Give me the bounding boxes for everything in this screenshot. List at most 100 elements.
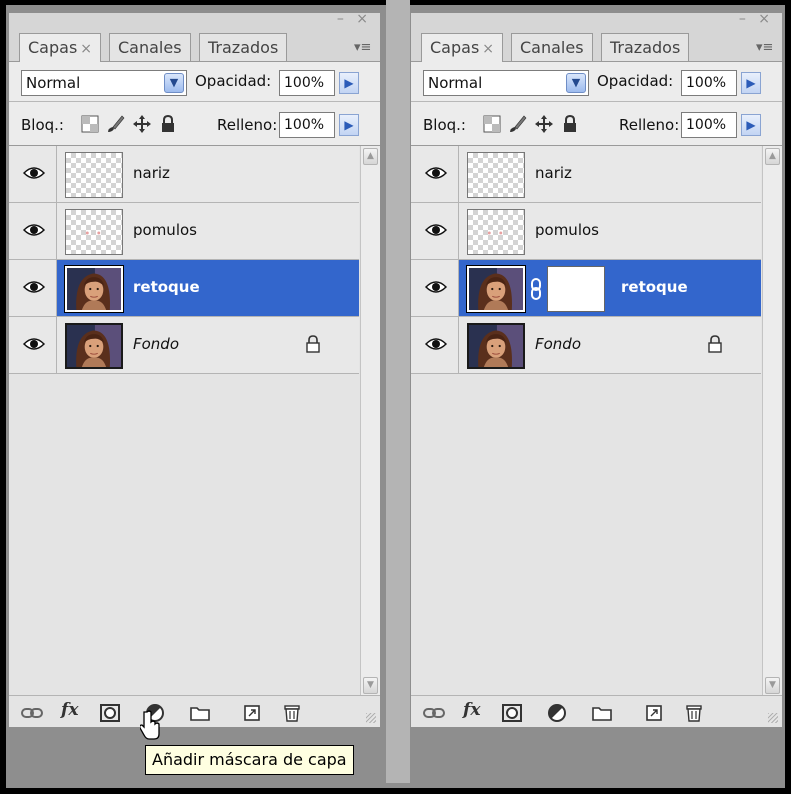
layers-list: nariz pomulos retoque Fondo ▲ ▼ [411,145,782,696]
visibility-toggle[interactable] [9,260,57,316]
layer-thumbnail[interactable] [467,152,525,198]
fill-field[interactable]: 100% [279,112,335,138]
new-layer-icon[interactable] [643,703,665,723]
layer-row-retoque[interactable]: retoque [9,260,359,317]
chevron-down-icon[interactable]: ▼ [164,73,184,93]
opacity-field[interactable]: 100% [279,70,335,96]
layer-row-pomulos[interactable]: pomulos [9,203,359,260]
lock-position-move-icon[interactable] [535,115,553,133]
layer-row-retoque[interactable]: retoque [411,260,761,317]
layer-row-fondo[interactable]: Fondo [411,317,761,374]
fill-field[interactable]: 100% [681,112,737,138]
add-mask-icon[interactable] [501,703,523,723]
lock-label: Bloq.: [423,116,466,134]
resize-grip[interactable] [366,713,376,723]
layers-scrollbar[interactable]: ▲ ▼ [762,146,782,696]
visibility-toggle[interactable] [411,146,459,202]
layer-name[interactable]: Fondo [133,335,179,353]
visibility-toggle[interactable] [9,146,57,202]
visibility-toggle[interactable] [411,317,459,373]
layer-row-nariz[interactable]: nariz [411,146,761,203]
blend-mode-select[interactable]: Normal ▼ [423,70,589,96]
layers-scrollbar[interactable]: ▲ ▼ [360,146,380,696]
lock-pixels-brush-icon[interactable] [509,115,527,133]
layer-name[interactable]: Fondo [535,335,581,353]
blend-mode-value: Normal [428,74,483,92]
fill-slider-button[interactable]: ▶ [339,114,359,136]
opacity-label: Opacidad: [195,72,272,90]
chevron-down-icon[interactable]: ▼ [566,73,586,93]
panel-menu-icon[interactable]: ▾≡ [354,40,372,56]
fx-icon[interactable]: fx [61,700,83,720]
layer-row-fondo[interactable]: Fondo [9,317,359,374]
trash-icon[interactable] [281,703,303,723]
eye-icon [425,167,447,179]
tab-trazados[interactable]: Trazados [199,33,288,61]
layer-name[interactable]: nariz [535,164,572,182]
tab-capas[interactable]: Capas × [19,33,102,62]
layer-thumbnail[interactable] [65,152,123,198]
layer-name[interactable]: retoque [133,278,200,296]
blend-mode-select[interactable]: Normal ▼ [21,70,187,96]
adjustment-layer-icon[interactable] [547,703,569,723]
panel-menu-icon[interactable]: ▾≡ [756,40,774,56]
layer-row-pomulos[interactable]: pomulos [411,203,761,260]
layer-thumbnail[interactable] [65,209,123,255]
new-layer-icon[interactable] [241,703,263,723]
opacity-label: Opacidad: [597,72,674,90]
tab-trazados-label: Trazados [610,38,681,57]
tab-canales[interactable]: Canales [109,33,191,61]
folder-icon[interactable] [591,703,613,723]
eye-icon [23,281,45,293]
visibility-toggle[interactable] [9,203,57,259]
layer-thumbnail[interactable] [467,209,525,255]
layer-name[interactable]: nariz [133,164,170,182]
layer-thumbnail[interactable] [467,323,525,369]
layer-mask-thumbnail[interactable] [547,266,605,312]
scroll-down-icon[interactable]: ▼ [765,677,780,694]
blend-row: Normal ▼ Opacidad: 100% ▶ [411,61,782,101]
lock-pixels-brush-icon[interactable] [107,115,125,133]
link-icon[interactable] [21,703,43,723]
fx-icon[interactable]: fx [463,700,485,720]
tab-canales[interactable]: Canales [511,33,593,61]
visibility-toggle[interactable] [9,317,57,373]
link-icon[interactable] [423,703,445,723]
fill-slider-button[interactable]: ▶ [741,114,761,136]
add-mask-icon[interactable] [99,703,121,723]
opacity-field[interactable]: 100% [681,70,737,96]
folder-icon[interactable] [189,703,211,723]
opacity-slider-button[interactable]: ▶ [741,72,761,94]
window-controls[interactable]: – × [337,11,372,27]
tab-trazados[interactable]: Trazados [601,33,690,61]
lock-row: Bloq.: Relleno: 100% ▶ [9,101,380,145]
mask-link-icon[interactable] [529,278,543,300]
tab-close-icon[interactable]: × [80,41,92,57]
layer-thumbnail[interactable] [65,266,123,312]
resize-grip[interactable] [768,713,778,723]
visibility-toggle[interactable] [411,203,459,259]
tab-capas[interactable]: Capas × [421,33,504,62]
scroll-up-icon[interactable]: ▲ [765,148,780,165]
layer-name[interactable]: pomulos [133,221,197,239]
opacity-slider-button[interactable]: ▶ [339,72,359,94]
tab-close-icon[interactable]: × [482,41,494,57]
lock-transparency-icon[interactable] [81,115,99,133]
layers-bottom-bar: fx [411,695,782,727]
layer-thumbnail[interactable] [65,323,123,369]
layer-row-nariz[interactable]: nariz [9,146,359,203]
lock-position-move-icon[interactable] [133,115,151,133]
layer-thumbnail[interactable] [467,266,525,312]
scroll-down-icon[interactable]: ▼ [363,677,378,694]
lock-all-padlock-icon[interactable] [159,115,177,133]
eye-icon [425,224,447,236]
layer-name[interactable]: pomulos [535,221,599,239]
blend-row: Normal ▼ Opacidad: 100% ▶ [9,61,380,101]
visibility-toggle[interactable] [411,260,459,316]
trash-icon[interactable] [683,703,705,723]
window-controls[interactable]: – × [739,11,774,27]
layer-name[interactable]: retoque [621,278,688,296]
scroll-up-icon[interactable]: ▲ [363,148,378,165]
lock-all-padlock-icon[interactable] [561,115,579,133]
lock-transparency-icon[interactable] [483,115,501,133]
